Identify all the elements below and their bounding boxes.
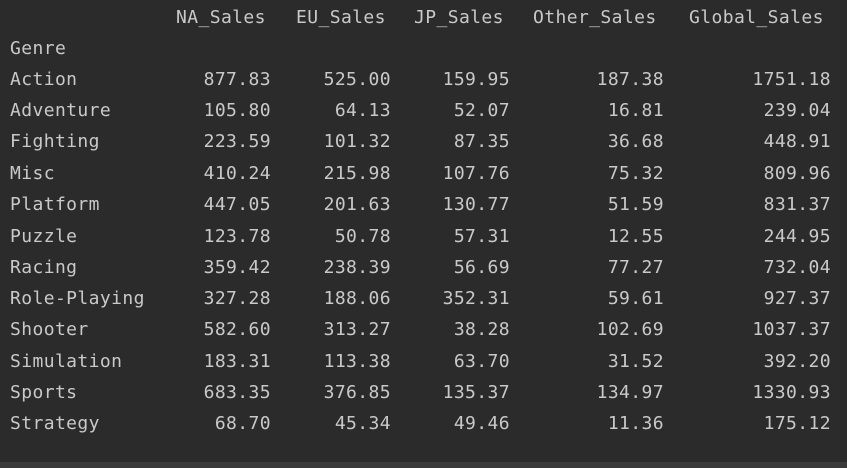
cell-eu-sales: 188.06: [323, 288, 391, 309]
cell-other-sales: 16.81: [607, 100, 664, 121]
cell-other-sales: 36.68: [607, 131, 664, 152]
column-header-eu-sales: EU_Sales: [296, 7, 386, 28]
cell-global-sales: 244.95: [763, 226, 831, 247]
row-genre-label: Strategy: [10, 413, 100, 434]
bottom-divider: [0, 462, 847, 468]
row-genre-label: Fighting: [10, 131, 100, 152]
cell-jp-sales: 135.37: [442, 382, 510, 403]
cell-global-sales: 1330.93: [752, 382, 831, 403]
cell-global-sales: 1751.18: [752, 69, 831, 90]
index-name-label: Genre: [10, 38, 67, 59]
cell-jp-sales: 63.70: [453, 351, 510, 372]
column-header-jp-sales: JP_Sales: [414, 7, 504, 28]
cell-other-sales: 11.36: [607, 413, 664, 434]
cell-eu-sales: 101.32: [323, 131, 391, 152]
row-genre-label: Platform: [10, 194, 100, 215]
cell-na-sales: 105.80: [203, 100, 271, 121]
cell-na-sales: 123.78: [203, 226, 271, 247]
cell-eu-sales: 45.34: [334, 413, 391, 434]
cell-global-sales: 175.12: [763, 413, 831, 434]
row-genre-label: Action: [10, 69, 78, 90]
cell-jp-sales: 87.35: [453, 131, 510, 152]
cell-jp-sales: 49.46: [453, 413, 510, 434]
cell-jp-sales: 52.07: [453, 100, 510, 121]
cell-eu-sales: 201.63: [323, 194, 391, 215]
cell-eu-sales: 64.13: [334, 100, 391, 121]
cell-na-sales: 447.05: [203, 194, 271, 215]
cell-other-sales: 187.38: [596, 69, 664, 90]
cell-eu-sales: 525.00: [323, 69, 391, 90]
cell-other-sales: 31.52: [607, 351, 664, 372]
cell-global-sales: 239.04: [763, 100, 831, 121]
row-genre-label: Shooter: [10, 319, 89, 340]
cell-jp-sales: 57.31: [453, 226, 510, 247]
row-genre-label: Simulation: [10, 351, 123, 372]
cell-eu-sales: 113.38: [323, 351, 391, 372]
cell-na-sales: 327.28: [203, 288, 271, 309]
cell-eu-sales: 215.98: [323, 163, 391, 184]
cell-na-sales: 683.35: [203, 382, 271, 403]
cell-na-sales: 359.42: [203, 257, 271, 278]
cell-na-sales: 183.31: [203, 351, 271, 372]
cell-global-sales: 732.04: [763, 257, 831, 278]
row-genre-label: Misc: [10, 163, 55, 184]
cell-na-sales: 223.59: [203, 131, 271, 152]
cell-other-sales: 102.69: [596, 319, 664, 340]
cell-global-sales: 392.20: [763, 351, 831, 372]
row-genre-label: Racing: [10, 257, 78, 278]
cell-jp-sales: 56.69: [453, 257, 510, 278]
row-genre-label: Puzzle: [10, 226, 78, 247]
cell-other-sales: 59.61: [607, 288, 664, 309]
cell-other-sales: 134.97: [596, 382, 664, 403]
cell-global-sales: 1037.37: [752, 319, 831, 340]
cell-na-sales: 68.70: [214, 413, 271, 434]
cell-other-sales: 77.27: [607, 257, 664, 278]
cell-eu-sales: 376.85: [323, 382, 391, 403]
cell-na-sales: 410.24: [203, 163, 271, 184]
cell-global-sales: 831.37: [763, 194, 831, 215]
cell-eu-sales: 313.27: [323, 319, 391, 340]
cell-na-sales: 582.60: [203, 319, 271, 340]
cell-na-sales: 877.83: [203, 69, 271, 90]
cell-jp-sales: 107.76: [442, 163, 510, 184]
cell-other-sales: 51.59: [607, 194, 664, 215]
cell-jp-sales: 352.31: [442, 288, 510, 309]
cell-global-sales: 927.37: [763, 288, 831, 309]
cell-eu-sales: 50.78: [334, 226, 391, 247]
cell-jp-sales: 130.77: [442, 194, 510, 215]
cell-jp-sales: 159.95: [442, 69, 510, 90]
column-header-na-sales: NA_Sales: [176, 7, 266, 28]
cell-eu-sales: 238.39: [323, 257, 391, 278]
cell-global-sales: 809.96: [763, 163, 831, 184]
cell-other-sales: 75.32: [607, 163, 664, 184]
cell-jp-sales: 38.28: [453, 319, 510, 340]
row-genre-label: Sports: [10, 382, 78, 403]
row-genre-label: Role-Playing: [10, 288, 145, 309]
row-genre-label: Adventure: [10, 100, 112, 121]
console-output: NA_Sales EU_Sales JP_Sales Other_Sales G…: [0, 0, 847, 468]
cell-global-sales: 448.91: [763, 131, 831, 152]
column-header-other-sales: Other_Sales: [533, 7, 657, 28]
cell-other-sales: 12.55: [607, 226, 664, 247]
column-header-global-sales: Global_Sales: [689, 7, 824, 28]
